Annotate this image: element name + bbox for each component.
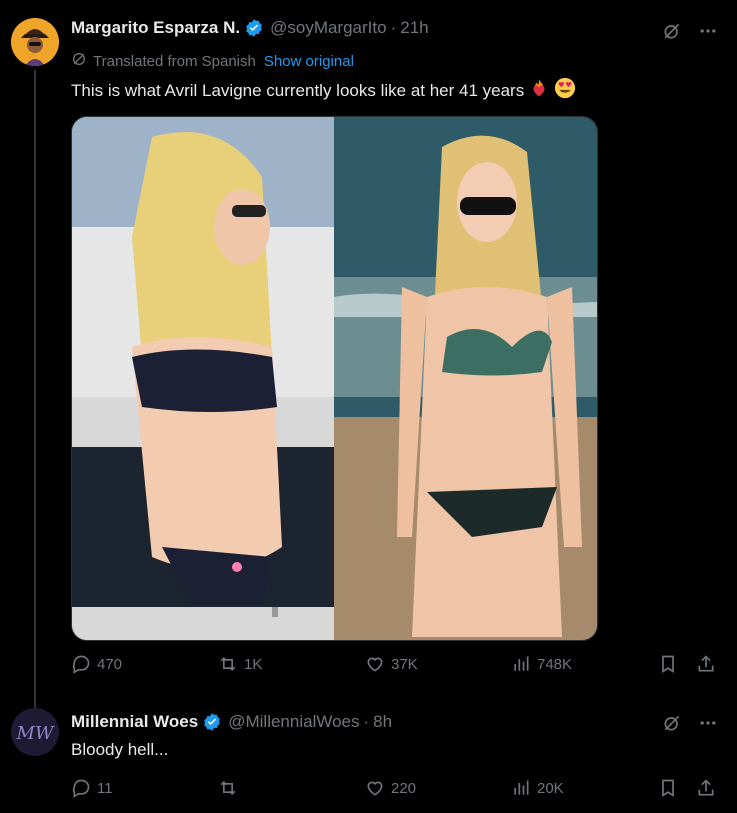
bookmark-button[interactable] [658,654,678,674]
tweet-media-image[interactable] [71,116,598,641]
tweet-1[interactable]: Margarito Esparza N. @soyMargarIto · 21h… [0,0,737,710]
share-icon [698,779,714,796]
views-icon [514,780,529,795]
show-original-link[interactable]: Show original [264,53,354,70]
translate-icon [71,51,87,71]
verified-badge-icon [202,712,222,732]
separator: · [363,712,370,731]
bookmark-button[interactable] [658,778,678,798]
bookmark-icon [662,779,674,798]
reply-count: 470 [97,655,123,673]
views-icon [514,656,529,671]
photo-left-boat [72,117,334,640]
like-button[interactable]: 220 [365,778,416,798]
reply-icon [72,779,90,798]
tweet-2[interactable]: MW Millennial Woes @MillennialWoes · 8h … [0,700,737,813]
repost-count: 1K [244,655,263,673]
like-count: 220 [391,779,417,797]
grok-icon[interactable] [661,20,683,42]
tweet-text-content: This is what Avril Lavigne currently loo… [71,80,525,100]
heart-on-fire-icon [528,77,550,104]
view-count: 20K [537,779,564,797]
tweet-actions: 470 1K 37K 748K [71,654,721,680]
tweet-top-actions [661,20,719,42]
avatar-text: MW [16,723,55,744]
share-icon [698,655,714,672]
thread-line [34,70,36,710]
views-button[interactable]: 20K [511,778,564,798]
avatar[interactable] [11,18,59,66]
photo-right-beach [334,117,597,640]
separator: · [390,18,397,37]
avatar[interactable]: MW [11,708,59,756]
translated-label: Translated from Spanish [93,52,256,70]
timestamp[interactable]: 8h [373,712,392,732]
tweet-header: Millennial Woes @MillennialWoes · 8h [71,712,392,732]
bookmark-icon [662,655,674,674]
more-options-icon[interactable] [697,712,719,734]
verified-badge-icon [244,18,264,38]
tweet-text-content: Bloody hell... [71,740,169,759]
grok-icon[interactable] [661,712,683,734]
heart-eyes-icon [554,77,576,104]
reply-button[interactable]: 470 [71,654,122,674]
translation-notice: Translated from Spanish Show original [71,51,354,71]
reply-count: 11 [97,779,113,797]
display-name[interactable]: Millennial Woes [71,712,198,732]
tweet-header: Margarito Esparza N. @soyMargarIto · 21h [71,18,429,38]
display-name[interactable]: Margarito Esparza N. [71,18,240,38]
repost-icon [220,780,236,796]
tweet-top-actions [661,712,719,734]
repost-button[interactable]: 1K [218,654,262,674]
timestamp[interactable]: 21h [400,18,428,38]
reply-button[interactable]: 11 [71,778,113,798]
handle[interactable]: @soyMargarIto [270,18,386,38]
tweet-text: Bloody hell... [71,740,168,760]
heart-icon [367,657,383,672]
tweet-text: This is what Avril Lavigne currently loo… [71,77,576,104]
more-options-icon[interactable] [697,20,719,42]
handle[interactable]: @MillennialWoes [228,712,359,732]
share-button[interactable] [696,654,716,674]
tweet-actions: 11 220 20K [71,778,721,804]
reply-icon [72,655,90,674]
repost-icon [220,656,236,672]
view-count: 748K [537,655,573,673]
views-button[interactable]: 748K [511,654,572,674]
like-button[interactable]: 37K [365,654,418,674]
like-count: 37K [391,655,418,673]
share-button[interactable] [696,778,716,798]
repost-button[interactable] [218,778,244,798]
heart-icon [367,781,383,796]
